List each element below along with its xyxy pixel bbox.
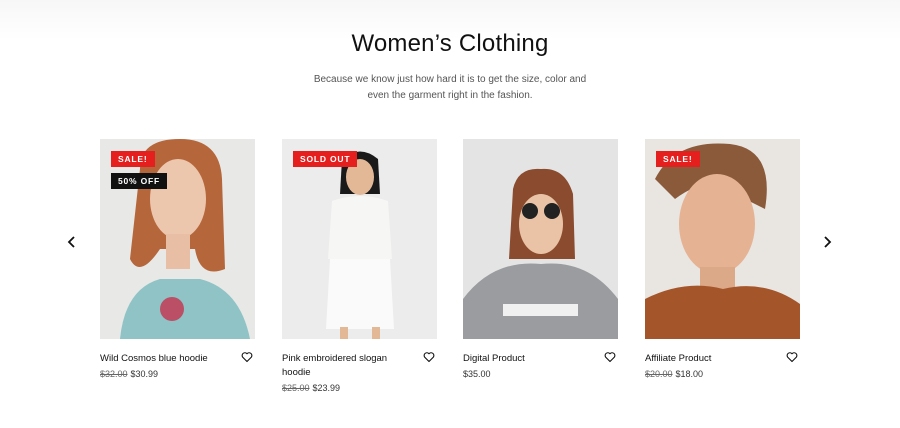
wishlist-heart-icon[interactable] — [423, 351, 435, 363]
chevron-right-icon — [824, 236, 832, 248]
product-image[interactable]: SALE! 50% OFF — [100, 139, 255, 339]
product-card[interactable]: SALE! Affiliate Product $20.00 $18.00 — [645, 139, 800, 379]
discount-badge: 50% OFF — [111, 173, 167, 189]
section-title: Women’s Clothing — [351, 30, 549, 57]
product-price: $25.00 $23.99 — [282, 383, 437, 393]
product-photo — [645, 139, 800, 339]
product-card[interactable]: Digital Product $35.00 — [463, 139, 618, 379]
subtitle-line-2: even the garment right in the fashion. — [367, 90, 533, 101]
current-price: $18.00 — [675, 369, 704, 379]
old-price: $20.00 — [645, 369, 673, 379]
old-price: $32.00 — [100, 369, 128, 379]
current-price: $35.00 — [463, 369, 491, 379]
product-name[interactable]: Digital Product — [463, 352, 588, 366]
product-price: $32.00 $30.99 — [100, 369, 255, 379]
chevron-left-icon — [67, 236, 75, 248]
product-image[interactable] — [463, 139, 618, 339]
product-name[interactable]: Affiliate Product — [645, 352, 770, 366]
product-price: $20.00 $18.00 — [645, 369, 800, 379]
subtitle-line-1: Because we know just how hard it is to g… — [313, 74, 587, 85]
current-price: $30.99 — [130, 369, 159, 379]
product-card[interactable]: SALE! 50% OFF Wild Cosmos blue hoodie $3… — [100, 139, 255, 379]
product-price: $35.00 — [463, 369, 618, 379]
product-photo — [463, 139, 618, 339]
product-name[interactable]: Wild Cosmos blue hoodie — [100, 352, 225, 366]
product-image[interactable]: SOLD OUT — [282, 139, 437, 339]
carousel-next-button[interactable] — [817, 232, 837, 252]
product-card[interactable]: SOLD OUT Pink embroidered slogan hoodie … — [282, 139, 437, 393]
current-price: $23.99 — [312, 383, 341, 393]
sale-badge: SALE! — [111, 151, 155, 167]
product-image[interactable]: SALE! — [645, 139, 800, 339]
product-photo — [100, 139, 255, 339]
product-name[interactable]: Pink embroidered slogan hoodie — [282, 352, 407, 380]
sale-badge: SALE! — [656, 151, 700, 167]
product-photo — [282, 139, 437, 339]
old-price: $25.00 — [282, 383, 310, 393]
sold-out-badge: SOLD OUT — [293, 151, 358, 167]
wishlist-heart-icon[interactable] — [241, 351, 253, 363]
section-subtitle: Because we know just how hard it is to g… — [0, 72, 900, 104]
wishlist-heart-icon[interactable] — [786, 351, 798, 363]
wishlist-heart-icon[interactable] — [604, 351, 616, 363]
carousel-prev-button[interactable] — [62, 232, 82, 252]
